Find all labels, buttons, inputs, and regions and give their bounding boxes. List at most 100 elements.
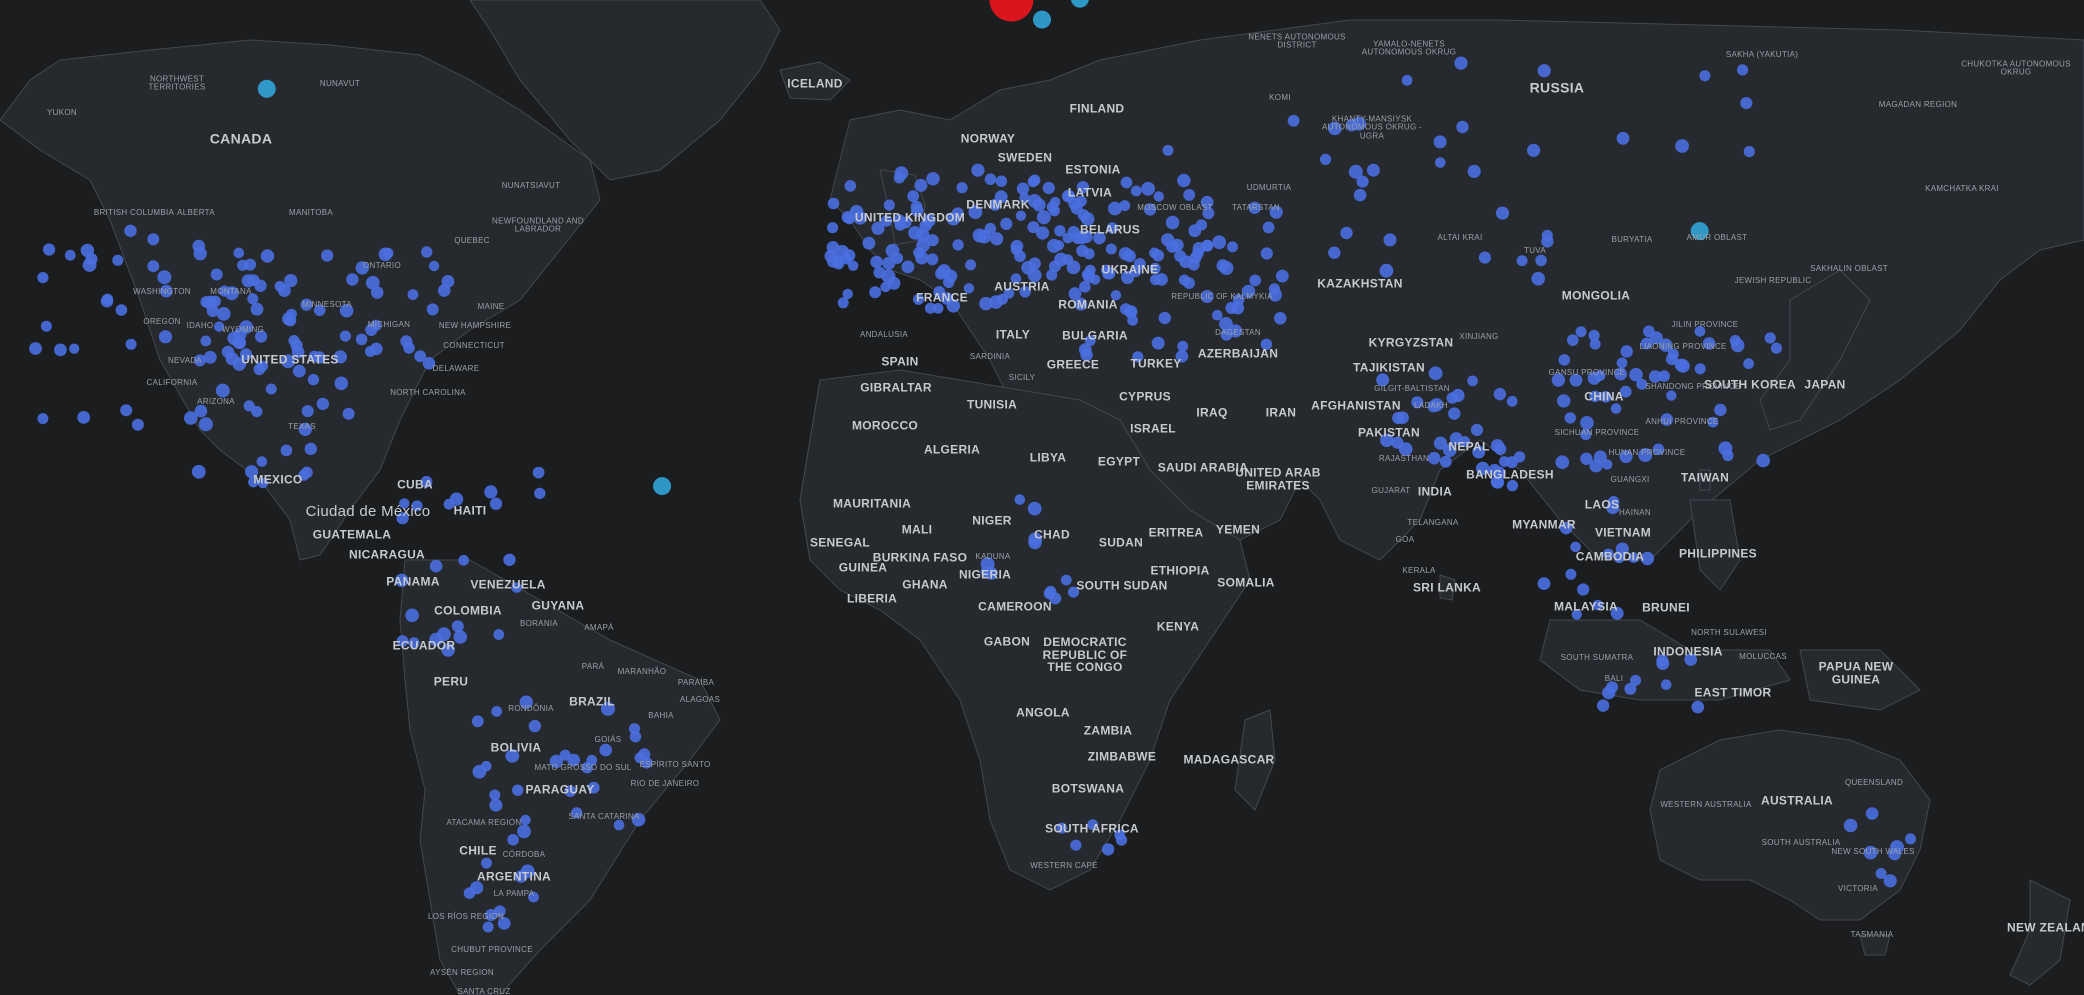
map-marker[interactable] xyxy=(1675,139,1689,153)
map-marker[interactable] xyxy=(408,637,420,649)
map-marker[interactable] xyxy=(1275,269,1289,283)
map-marker[interactable] xyxy=(911,204,924,217)
map-marker[interactable] xyxy=(251,406,263,418)
map-marker[interactable] xyxy=(198,417,213,432)
map-marker[interactable] xyxy=(1130,266,1142,278)
map-marker[interactable] xyxy=(1619,385,1632,398)
map-marker[interactable] xyxy=(1114,829,1126,841)
map-marker[interactable] xyxy=(995,175,1008,187)
map-marker[interactable] xyxy=(40,320,52,332)
map-marker[interactable] xyxy=(629,731,642,743)
map-marker[interactable] xyxy=(1232,294,1245,306)
map-marker-highlight[interactable] xyxy=(653,477,672,496)
map-marker[interactable] xyxy=(147,233,160,246)
map-marker[interactable] xyxy=(520,814,531,826)
map-marker[interactable] xyxy=(1327,121,1342,136)
map-marker[interactable] xyxy=(355,261,369,275)
map-marker[interactable] xyxy=(1555,455,1570,470)
map-marker[interactable] xyxy=(291,345,305,359)
map-marker[interactable] xyxy=(428,260,440,272)
map-marker[interactable] xyxy=(471,715,484,728)
map-marker[interactable] xyxy=(1596,699,1610,712)
map-marker[interactable] xyxy=(827,222,839,234)
map-marker[interactable] xyxy=(564,785,577,797)
map-marker[interactable] xyxy=(842,288,853,300)
map-marker[interactable] xyxy=(342,407,355,420)
map-marker[interactable] xyxy=(1049,260,1061,273)
map-marker[interactable] xyxy=(511,582,522,593)
map-marker[interactable] xyxy=(124,224,137,237)
map-marker[interactable] xyxy=(248,476,259,488)
map-marker[interactable] xyxy=(1694,325,1706,337)
map-marker[interactable] xyxy=(1565,568,1577,580)
map-marker[interactable] xyxy=(239,320,253,334)
map-marker[interactable] xyxy=(1593,450,1607,464)
map-marker[interactable] xyxy=(1062,232,1074,244)
map-marker[interactable] xyxy=(1379,263,1394,278)
map-marker[interactable] xyxy=(1075,195,1087,207)
map-marker[interactable] xyxy=(893,172,905,184)
map-marker[interactable] xyxy=(1153,191,1165,202)
map-marker[interactable] xyxy=(1610,606,1624,620)
map-marker[interactable] xyxy=(952,239,964,251)
map-marker[interactable] xyxy=(313,351,326,364)
map-marker[interactable] xyxy=(1577,583,1590,596)
map-marker[interactable] xyxy=(82,258,97,272)
map-marker[interactable] xyxy=(265,383,277,395)
map-marker[interactable] xyxy=(115,304,128,316)
map-marker[interactable] xyxy=(963,283,975,294)
map-marker[interactable] xyxy=(29,342,42,355)
map-marker[interactable] xyxy=(1589,390,1601,402)
map-marker[interactable] xyxy=(1506,479,1519,492)
map-marker[interactable] xyxy=(491,706,503,717)
map-marker[interactable] xyxy=(873,266,886,279)
map-marker[interactable] xyxy=(378,247,393,262)
map-marker[interactable] xyxy=(1557,394,1571,408)
map-marker[interactable] xyxy=(1427,400,1440,413)
map-marker[interactable] xyxy=(1049,592,1062,605)
map-marker[interactable] xyxy=(125,338,137,350)
map-marker[interactable] xyxy=(1730,338,1745,353)
map-marker[interactable] xyxy=(256,456,268,467)
map-marker[interactable] xyxy=(989,295,1003,309)
map-marker[interactable] xyxy=(1743,358,1754,370)
map-marker[interactable] xyxy=(1130,185,1142,197)
map-marker[interactable] xyxy=(517,824,531,839)
map-marker[interactable] xyxy=(1108,201,1122,216)
map-marker[interactable] xyxy=(1589,338,1601,350)
map-marker[interactable] xyxy=(1150,274,1161,286)
map-marker[interactable] xyxy=(101,293,114,305)
map-marker[interactable] xyxy=(587,781,600,794)
map-marker[interactable] xyxy=(520,864,535,879)
map-marker[interactable] xyxy=(1060,574,1072,586)
map-marker[interactable] xyxy=(833,258,845,270)
map-marker[interactable] xyxy=(922,214,936,228)
map-marker[interactable] xyxy=(532,466,545,479)
map-marker[interactable] xyxy=(159,284,173,298)
map-marker[interactable] xyxy=(1475,461,1490,476)
map-marker[interactable] xyxy=(1658,370,1670,382)
map-marker[interactable] xyxy=(292,364,306,378)
map-marker[interactable] xyxy=(241,274,256,288)
map-marker[interactable] xyxy=(1499,456,1510,467)
map-marker[interactable] xyxy=(1177,340,1189,352)
map-marker[interactable] xyxy=(1019,286,1031,298)
map-marker[interactable] xyxy=(1905,833,1916,845)
map-marker[interactable] xyxy=(1029,174,1041,186)
map-marker[interactable] xyxy=(437,627,451,642)
map-marker[interactable] xyxy=(984,173,997,185)
map-marker[interactable] xyxy=(1616,131,1630,145)
map-marker[interactable] xyxy=(1541,235,1554,248)
map-marker[interactable] xyxy=(1575,326,1587,338)
map-marker[interactable] xyxy=(1467,164,1481,178)
map-marker[interactable] xyxy=(1883,874,1897,888)
map-marker[interactable] xyxy=(503,553,516,566)
map-marker[interactable] xyxy=(835,245,850,259)
map-marker[interactable] xyxy=(1036,210,1051,225)
map-marker[interactable] xyxy=(1027,501,1042,516)
map-marker[interactable] xyxy=(519,695,533,709)
map-marker[interactable] xyxy=(1427,451,1441,465)
map-marker[interactable] xyxy=(1195,219,1208,231)
map-marker[interactable] xyxy=(915,251,929,265)
map-marker[interactable] xyxy=(853,211,867,225)
